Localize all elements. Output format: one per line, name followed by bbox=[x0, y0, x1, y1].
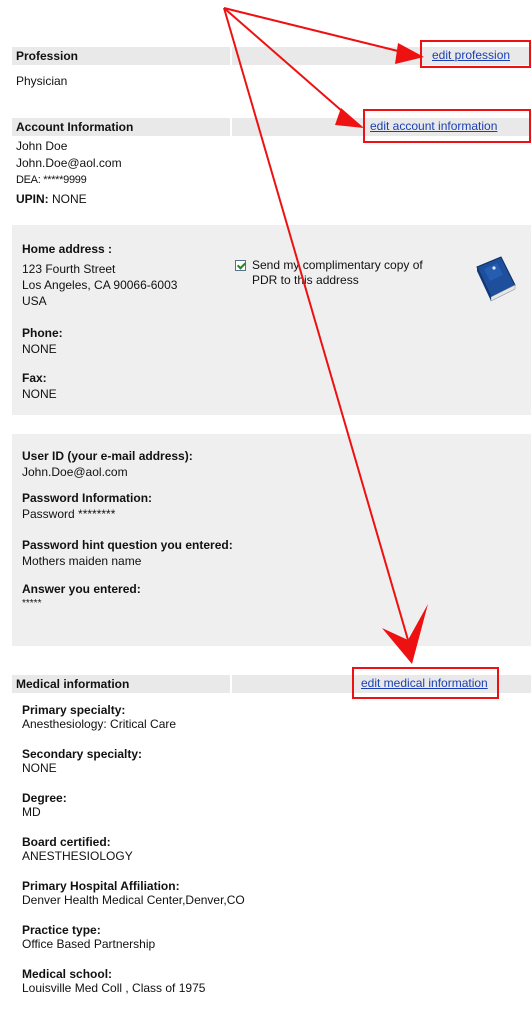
answer-label: Answer you entered: bbox=[22, 582, 141, 596]
userid-value: John.Doe@aol.com bbox=[22, 465, 128, 479]
degree-value: MD bbox=[22, 805, 41, 819]
account-dea: DEA: *****9999 bbox=[16, 174, 87, 186]
password-label: Password Information: bbox=[22, 491, 153, 505]
profession-value: Physician bbox=[16, 74, 68, 88]
annotation-box-edit-medical bbox=[352, 667, 499, 699]
phone-value: NONE bbox=[22, 342, 57, 356]
account-upin: UPIN: NONE bbox=[16, 192, 87, 206]
list-item: Medical school: Louisville Med Coll , Cl… bbox=[22, 967, 512, 1011]
home-address-label: Home address : bbox=[22, 242, 113, 256]
userid-label: User ID (your e-mail address): bbox=[22, 449, 193, 463]
hint-label: Password hint question you entered: bbox=[22, 538, 233, 552]
home-city-line: Los Angeles, CA 90066-6003 bbox=[22, 278, 178, 292]
degree-label: Degree: bbox=[22, 791, 67, 805]
primary-specialty-label: Primary specialty: bbox=[22, 703, 126, 717]
hospital-affiliation-value: Denver Health Medical Center,Denver,CO bbox=[22, 893, 245, 907]
hint-value: Mothers maiden name bbox=[22, 554, 142, 568]
secondary-specialty-value: NONE bbox=[22, 761, 57, 775]
medical-school-label: Medical school: bbox=[22, 967, 113, 981]
list-item: Board certified: ANESTHESIOLOGY bbox=[22, 835, 512, 879]
list-item: Degree: MD bbox=[22, 791, 512, 835]
list-item: Primary specialty: Anesthesiology: Criti… bbox=[22, 703, 512, 747]
book-icon bbox=[471, 255, 517, 305]
phone-label: Phone: bbox=[22, 326, 63, 340]
answer-value: ***** bbox=[22, 598, 42, 609]
list-item: Primary Hospital Affiliation: Denver Hea… bbox=[22, 879, 512, 923]
send-copy-checkbox[interactable] bbox=[235, 260, 246, 271]
send-copy-text-1: Send my complimentary copy of bbox=[252, 258, 423, 272]
account-header-label: Account Information bbox=[16, 120, 134, 134]
annotation-box-edit-profession bbox=[420, 40, 531, 68]
list-item: Practice type: Office Based Partnership bbox=[22, 923, 512, 967]
fax-label: Fax: bbox=[22, 371, 47, 385]
medical-fields: Primary specialty: Anesthesiology: Criti… bbox=[22, 703, 512, 1011]
home-country: USA bbox=[22, 294, 47, 308]
account-name: John Doe bbox=[16, 139, 68, 153]
profession-header-label: Profession bbox=[16, 49, 79, 63]
account-email: John.Doe@aol.com bbox=[16, 156, 122, 170]
send-copy-text-2: PDR to this address bbox=[252, 273, 359, 287]
medical-school-value: Louisville Med Coll , Class of 1975 bbox=[22, 981, 206, 995]
practice-type-label: Practice type: bbox=[22, 923, 101, 937]
secondary-specialty-label: Secondary specialty: bbox=[22, 747, 143, 761]
list-item: Secondary specialty: NONE bbox=[22, 747, 512, 791]
upin-value: NONE bbox=[52, 192, 87, 206]
home-street: 123 Fourth Street bbox=[22, 262, 116, 276]
board-certified-value: ANESTHESIOLOGY bbox=[22, 849, 133, 863]
medical-header-label: Medical information bbox=[16, 677, 130, 691]
board-certified-label: Board certified: bbox=[22, 835, 111, 849]
hospital-affiliation-label: Primary Hospital Affiliation: bbox=[22, 879, 180, 893]
annotation-box-edit-account bbox=[363, 109, 531, 143]
fax-value: NONE bbox=[22, 387, 57, 401]
upin-label: UPIN: bbox=[16, 192, 49, 206]
primary-specialty-value: Anesthesiology: Critical Care bbox=[22, 717, 177, 731]
password-value: Password ******** bbox=[22, 507, 116, 521]
practice-type-value: Office Based Partnership bbox=[22, 937, 156, 951]
